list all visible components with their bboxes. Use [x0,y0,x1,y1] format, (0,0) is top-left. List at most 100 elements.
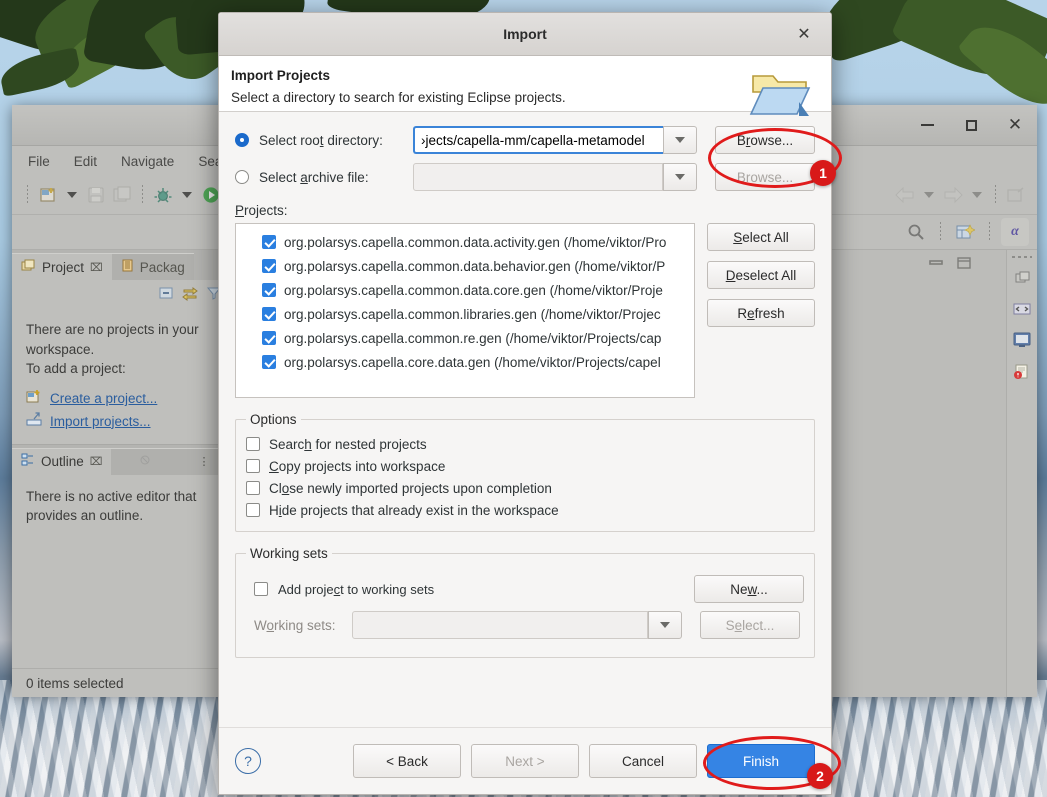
project-checkbox[interactable] [262,355,276,369]
debug-dropdown-caret[interactable] [182,192,192,198]
project-checkbox[interactable] [262,307,276,321]
footer-buttons: < Back Next > Cancel Finish [353,744,815,778]
root-directory-dropdown-button[interactable] [663,126,697,154]
left-view-stack: Project ⌧ Packag There are no projects i… [12,250,230,697]
select-all-button[interactable]: Select All [707,223,815,251]
option-search-nested[interactable]: Search for nested projects [246,433,804,455]
debug-icon[interactable] [150,182,176,208]
link-with-editor-icon[interactable] [182,285,198,304]
chevron-down-icon [675,174,685,180]
create-a-project-link[interactable]: Create a project... [26,389,216,410]
restore-icon[interactable] [928,256,944,273]
restore-icon[interactable] [1014,270,1031,289]
projects-section: org.polarsys.capella.common.data.activit… [235,223,815,398]
project-checkbox[interactable] [262,259,276,273]
help-icon[interactable]: ? [235,748,261,774]
toolbar-separator [989,222,990,242]
select-archive-file-radio[interactable] [235,170,249,184]
project-checkbox[interactable] [262,283,276,297]
close-icon[interactable]: ⌧ [90,455,103,468]
import-projects-link[interactable]: Import projects... [26,411,216,432]
select-archive-file-label: Select archive file: [259,169,369,185]
working-sets-input[interactable] [352,611,648,639]
refresh-button[interactable]: Refresh [707,299,815,327]
outline-empty-line-2: provides an outline. [26,508,144,524]
archive-file-input[interactable] [413,163,663,191]
toolbar-separator [142,185,143,205]
browse-root-directory-button[interactable]: Browse... [715,126,815,154]
tab-project-label: Project [42,259,85,275]
project-name: org.polarsys.capella.common.data.activit… [284,234,667,250]
option-copy-projects[interactable]: Copy projects into workspace [246,455,804,477]
project-checkbox[interactable] [262,331,276,345]
page-title: Import Projects [231,68,331,83]
package-explorer-icon [121,259,134,275]
root-directory-input[interactable] [413,126,663,154]
collapse-all-icon[interactable] [158,285,174,304]
import-icon [26,411,42,432]
archive-file-combo [413,163,697,191]
back-button[interactable]: < Back [353,744,461,778]
console-icon[interactable] [1013,332,1031,351]
project-checkbox[interactable] [262,235,276,249]
tab-package-explorer[interactable]: Packag [111,253,194,280]
option-label: Close newly imported projects upon compl… [269,480,552,496]
tab-outline[interactable]: Outline ⌧ [12,447,112,475]
tab-project-explorer[interactable]: Project ⌧ [12,253,112,280]
table-row[interactable]: org.polarsys.capella.core.data.gen (/hom… [236,350,694,374]
cancel-button[interactable]: Cancel [589,744,697,778]
option-checkbox[interactable] [246,459,260,473]
archive-file-dropdown-button[interactable] [663,163,697,191]
option-checkbox[interactable] [246,481,260,495]
browse-archive-file-button: Browse... [715,163,815,191]
projects-buttons: Select All Deselect All Refresh [707,223,815,398]
menu-item-file[interactable]: File [28,154,50,169]
dialog-body: Select root directory: Browse... Select … [219,112,831,727]
projects-list[interactable]: org.polarsys.capella.common.data.activit… [235,223,695,398]
create-a-project-label: Create a project... [50,391,158,407]
chevron-down-icon [660,622,670,628]
add-to-working-sets-label: Add project to working sets [278,581,435,597]
table-row[interactable]: org.polarsys.capella.common.data.behavio… [236,254,694,278]
menu-item-edit[interactable]: Edit [74,154,97,169]
new-file-dropdown-caret[interactable] [67,192,77,198]
project-name: org.polarsys.capella.common.libraries.ge… [284,306,661,322]
deselect-all-button[interactable]: Deselect All [707,261,815,289]
finish-button[interactable]: Finish [707,744,815,778]
code-icon[interactable] [1013,301,1031,320]
new-file-icon[interactable] [35,182,61,208]
problems-icon[interactable] [1013,363,1031,383]
table-row[interactable]: org.polarsys.capella.common.data.activit… [236,230,694,254]
table-row[interactable]: org.polarsys.capella.common.re.gen (/hom… [236,326,694,350]
working-sets-group: Working sets Add project to working sets… [235,546,815,658]
forward-dropdown-caret[interactable] [972,192,982,198]
search-icon[interactable] [903,219,929,245]
option-hide-existing[interactable]: Hide projects that already exist in the … [246,499,804,521]
dialog-close-button[interactable]: ✕ [787,13,821,55]
menu-item-navigate[interactable]: Navigate [121,154,174,169]
new-working-set-button[interactable]: New... [694,575,804,603]
add-to-working-sets-checkbox[interactable] [254,582,268,596]
select-root-directory-radio[interactable] [235,133,249,147]
project-name: org.polarsys.capella.common.data.behavio… [284,258,666,274]
outline-empty-state: There is no active editor that provides … [12,474,230,609]
new-perspective-icon[interactable] [952,219,978,245]
working-sets-dropdown-button[interactable] [648,611,682,639]
maximize-button[interactable] [949,105,993,145]
options-legend: Options [250,412,297,427]
project-name: org.polarsys.capella.common.re.gen (/hom… [284,330,662,346]
empty-line-1: There are no projects in your [26,322,199,337]
option-checkbox[interactable] [246,503,260,517]
option-checkbox[interactable] [246,437,260,451]
table-row[interactable]: org.polarsys.capella.common.data.core.ge… [236,278,694,302]
close-icon[interactable]: ⌧ [90,261,103,274]
table-row[interactable]: org.polarsys.capella.common.libraries.ge… [236,302,694,326]
close-button[interactable]: ✕ [993,105,1037,145]
option-close-imported[interactable]: Close newly imported projects upon compl… [246,477,804,499]
minimize-button[interactable] [905,105,949,145]
outline-tab-extra[interactable] [111,447,178,475]
back-dropdown-caret[interactable] [924,192,934,198]
maximize-view-icon[interactable] [956,256,972,273]
import-projects-label: Import projects... [50,413,151,429]
capella-perspective-icon[interactable]: α [1001,218,1029,246]
